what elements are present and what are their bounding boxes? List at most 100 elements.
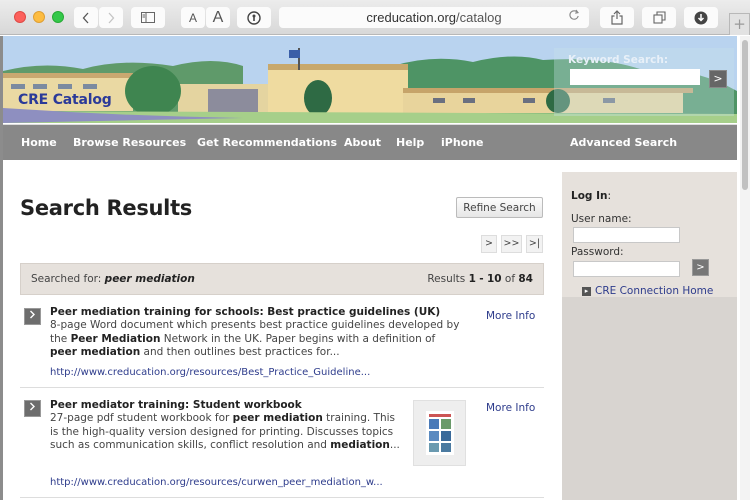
share-icon <box>611 10 623 25</box>
window-close-button[interactable] <box>14 11 26 23</box>
description-line: is the high-quality version designed for… <box>50 426 400 440</box>
result-title[interactable]: Peer mediation training for schools: Bes… <box>50 306 440 318</box>
result-description: 27-page pdf student workbook for peer me… <box>50 412 400 453</box>
refine-search-button[interactable]: Refine Search <box>456 197 543 218</box>
description-text: 27-page pdf student workbook for <box>50 412 233 424</box>
last-page-button[interactable]: >| <box>526 235 543 253</box>
result-thumbnail[interactable] <box>413 400 466 466</box>
more-info-link[interactable]: More Info <box>486 402 535 414</box>
searched-for-label: Searched for: <box>31 273 102 285</box>
description-text: is the high-quality version designed for… <box>50 425 394 438</box>
description-text: such as communication skills, conflict r… <box>50 439 331 451</box>
scrollbar-thumb[interactable] <box>742 40 748 190</box>
description-text: and then outlines best practices for... <box>140 346 340 358</box>
cre-connection-home-link[interactable]: ▸ CRE Connection Home <box>582 285 713 297</box>
description-line: the Peer Mediation Network in the UK. Pa… <box>50 333 459 347</box>
description-line: such as communication skills, conflict r… <box>50 439 400 453</box>
description-line: 27-page pdf student workbook for peer me… <box>50 412 400 426</box>
result-title[interactable]: Peer mediator training: Student workbook <box>50 399 302 411</box>
results-count: Results 1 - 10 of 84 <box>427 273 533 285</box>
site-title[interactable]: CRE Catalog <box>18 92 112 108</box>
highlighted-term: mediation <box>330 439 390 451</box>
description-text: Network in the UK. Paper begins with a d… <box>160 332 436 345</box>
username-label: User name: <box>571 213 632 225</box>
increase-font-button[interactable]: A <box>206 7 230 28</box>
result-item: Peer mediation training for schools: Bes… <box>20 296 544 388</box>
cre-connection-home-text: CRE Connection Home <box>595 285 714 297</box>
chevron-right-icon <box>30 310 35 319</box>
login-submit-button[interactable]: > <box>692 259 709 276</box>
url-path: /catalog <box>456 10 502 25</box>
keyword-search-go-button[interactable]: > <box>709 70 727 88</box>
search-summary-bar: Searched for: peer mediation Results 1 -… <box>20 263 544 295</box>
description-text: the <box>50 332 71 345</box>
highlighted-term: peer mediation <box>50 346 141 358</box>
address-bar[interactable]: creducation.org/catalog <box>279 7 589 28</box>
download-icon <box>694 11 708 24</box>
nav-iphone[interactable]: iPhone <box>441 136 484 149</box>
workbook-cover-image <box>426 411 454 455</box>
results-end: 10 <box>486 273 502 285</box>
results-total: 84 <box>518 273 533 285</box>
downloads-button[interactable] <box>684 7 718 28</box>
searched-for: Searched for: peer mediation <box>31 273 195 285</box>
login-heading-colon: : <box>607 190 612 202</box>
password-input[interactable] <box>573 261 680 277</box>
login-heading: Log In: <box>571 190 611 202</box>
nav-get-recommendations[interactable]: Get Recommendations <box>197 136 337 149</box>
window-maximize-button[interactable] <box>52 11 64 23</box>
result-expand-button[interactable] <box>24 400 41 417</box>
chevron-right-icon <box>108 12 115 23</box>
nav-home[interactable]: Home <box>21 136 57 149</box>
description-line: peer mediation and then outlines best pr… <box>50 346 459 360</box>
result-url[interactable]: http://www.creducation.org/resources/Bes… <box>50 367 370 378</box>
sidebar-lower-panel <box>562 297 737 500</box>
window-left-edge <box>0 36 3 500</box>
nav-help[interactable]: Help <box>396 136 424 149</box>
results-prefix: Results <box>427 273 466 285</box>
browser-toolbar: A A creducation.org/catalog + <box>0 0 750 35</box>
nav-about[interactable]: About <box>344 136 381 149</box>
results-start: 1 <box>468 273 476 285</box>
window-minimize-button[interactable] <box>33 11 45 23</box>
tabs-icon <box>652 11 666 24</box>
reload-icon[interactable] <box>568 9 580 24</box>
result-expand-button[interactable] <box>24 308 41 325</box>
description-text: ... <box>389 439 400 451</box>
keyword-search-label: Keyword Search: <box>568 54 669 66</box>
description-text: training. This <box>322 412 395 424</box>
new-tab-button[interactable]: + <box>729 13 750 35</box>
decrease-font-button[interactable]: A <box>181 7 205 28</box>
highlighted-term: peer mediation <box>232 412 323 424</box>
skip-pages-button[interactable]: >> <box>501 235 522 253</box>
description-line: 8-page Word document which presents best… <box>50 319 459 333</box>
key-circle-icon <box>247 10 261 25</box>
next-page-button[interactable]: > <box>481 235 497 253</box>
sidebar-toggle-button[interactable] <box>131 7 165 28</box>
share-button[interactable] <box>600 7 634 28</box>
arrow-bullet-icon: ▸ <box>582 286 591 296</box>
nav-browse-resources[interactable]: Browse Resources <box>73 136 186 149</box>
results-sep: - <box>479 273 484 285</box>
username-input[interactable] <box>573 227 680 243</box>
sidebar-icon <box>141 12 155 23</box>
result-description: 8-page Word document which presents best… <box>50 319 459 360</box>
results-of: of <box>504 273 516 285</box>
main-nav: Home Browse Resources Get Recommendation… <box>3 124 737 160</box>
more-info-link[interactable]: More Info <box>486 310 535 322</box>
back-button[interactable] <box>74 7 98 28</box>
chevron-left-icon <box>82 12 89 23</box>
forward-button[interactable] <box>99 7 123 28</box>
nav-advanced-search[interactable]: Advanced Search <box>570 136 677 149</box>
description-text: 8-page Word document which presents best… <box>50 319 460 331</box>
highlighted-term: Peer Mediation <box>70 332 161 345</box>
password-key-button[interactable] <box>237 7 271 28</box>
result-url[interactable]: http://www.creducation.org/resources/cur… <box>50 477 383 488</box>
show-tabs-button[interactable] <box>642 7 676 28</box>
keyword-search-input[interactable] <box>570 69 700 85</box>
chevron-right-icon <box>30 402 35 411</box>
password-label: Password: <box>571 246 624 258</box>
url-domain: creducation.org <box>366 10 457 25</box>
searched-for-query: peer mediation <box>104 273 195 285</box>
login-heading-text: Log In <box>571 190 608 202</box>
